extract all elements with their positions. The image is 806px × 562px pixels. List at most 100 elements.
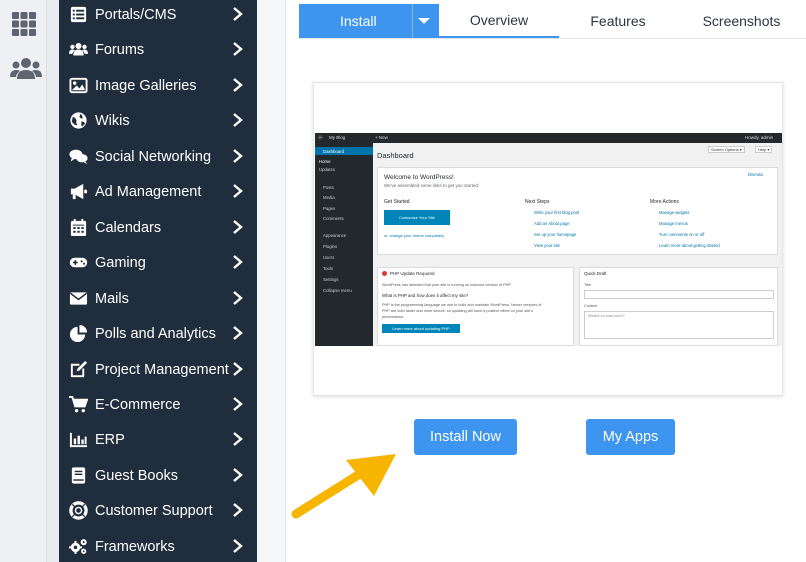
install-tab-label: Install — [340, 13, 377, 29]
sidebar-item-forums[interactable]: Forums — [59, 32, 257, 67]
chevron-right-icon — [233, 113, 243, 127]
sidebar-item-polls-and-analytics[interactable]: Polls and Analytics — [59, 316, 257, 351]
wp-customize-button: Customize Your Site — [384, 210, 450, 225]
wp-qd-placeholder: What's on your mind? — [588, 314, 625, 318]
tab-overview[interactable]: Overview — [439, 4, 559, 38]
wp-menu-item: Home — [319, 159, 331, 164]
wp-menu-item: Posts — [323, 185, 334, 190]
users-group-icon[interactable] — [10, 55, 42, 83]
sidebar-item-guest-books[interactable]: Guest Books — [59, 458, 257, 493]
book-icon — [67, 465, 89, 487]
wp-menu-item: Tools — [323, 266, 334, 271]
gamepad-icon — [67, 252, 89, 274]
sidebar-item-label: Project Management — [95, 361, 229, 378]
edit-icon — [67, 359, 89, 381]
chevron-right-icon — [233, 255, 243, 269]
wp-more-item: Manage widgets — [659, 210, 690, 215]
sidebar-item-label: Mails — [95, 290, 129, 307]
image-icon — [67, 75, 89, 97]
wp-bar-new: + New — [375, 135, 388, 140]
wp-more-item: Turn comments on or off — [659, 232, 705, 237]
wp-php-line: performance. — [382, 315, 405, 319]
chat-icon — [67, 146, 89, 168]
wp-next-item: Write your first blog post — [534, 210, 580, 215]
chevron-right-icon — [233, 184, 243, 198]
wp-php-button: Learn more about updating PHP — [382, 324, 460, 333]
wp-welcome-panel: Welcome to WordPress! We've assembled so… — [377, 167, 778, 255]
chevron-right-icon — [233, 291, 243, 305]
sidebar-item-project-management[interactable]: Project Management — [59, 352, 257, 387]
wp-bar-myblog: My Blog — [329, 135, 346, 140]
screenshot-preview[interactable]: ⓦ My Blog + New Howdy, admin Dashboard H… — [313, 82, 783, 396]
chevron-right-icon — [233, 220, 243, 234]
wp-qd-title-label: Title — [584, 283, 592, 287]
wordpress-dashboard-preview: ⓦ My Blog + New Howdy, admin Dashboard H… — [315, 133, 782, 346]
sidebar-item-calendars[interactable]: Calendars — [59, 210, 257, 245]
globe-icon — [67, 110, 89, 132]
wp-menu-item: Media — [323, 195, 335, 200]
wp-php-line: PHP is the programming language we use t… — [382, 303, 542, 307]
chevron-right-icon — [233, 468, 243, 482]
envelope-icon — [67, 288, 89, 310]
cogs-icon — [67, 536, 89, 558]
sidebar-item-ad-management[interactable]: Ad Management — [59, 174, 257, 209]
wp-more-item: Manage menus — [659, 221, 688, 226]
sidebar-item-label: Social Networking — [95, 148, 212, 165]
megaphone-icon — [67, 181, 89, 203]
wp-help: Help ▾ — [755, 146, 773, 153]
sidebar-item-gaming[interactable]: Gaming — [59, 245, 257, 280]
wp-get-started: Get Started — [384, 199, 410, 205]
chevron-right-icon — [233, 149, 243, 163]
chevron-right-icon — [233, 432, 243, 446]
sidebar-item-label: ERP — [95, 431, 125, 448]
wp-menu-item: Users — [323, 255, 335, 260]
users-icon — [67, 39, 89, 61]
wp-menu-item: Settings — [323, 277, 339, 282]
wp-next-item: View your site — [534, 243, 560, 248]
sidebar-item-label: Polls and Analytics — [95, 325, 216, 342]
wp-menu-item: Collapse menu — [323, 288, 352, 293]
apps-grid-icon[interactable] — [10, 10, 38, 38]
chevron-right-icon — [233, 539, 243, 553]
chevron-right-icon — [233, 7, 243, 21]
wp-qd-content-input: What's on your mind? — [584, 311, 774, 339]
tab-divider — [412, 4, 413, 38]
warning-icon — [382, 271, 387, 276]
wp-php-question: What is PHP and how does it affect my si… — [382, 293, 469, 298]
wp-qd-content-label: Content — [584, 304, 598, 308]
chevron-right-icon — [233, 326, 243, 340]
caret-down-icon[interactable] — [418, 18, 430, 24]
category-sidebar: Portals/CMS Forums Image Galleries Wikis… — [59, 0, 257, 562]
chevron-right-icon — [233, 397, 243, 411]
sidebar-item-erp[interactable]: ERP — [59, 422, 257, 457]
sidebar-item-wikis[interactable]: Wikis — [59, 103, 257, 138]
calendar-icon — [67, 217, 89, 239]
my-apps-button[interactable]: My Apps — [586, 419, 675, 455]
wp-bar-howdy: Howdy, admin — [745, 135, 774, 140]
wp-more-actions: More Actions — [650, 199, 679, 205]
pie-chart-icon — [67, 323, 89, 345]
wp-next-item: Add an About page — [534, 221, 570, 226]
sidebar-item-image-galleries[interactable]: Image Galleries — [59, 68, 257, 103]
sidebar-item-customer-support[interactable]: Customer Support — [59, 493, 257, 528]
sidebar-item-label: Frameworks — [95, 538, 175, 555]
sidebar-item-portals-cms[interactable]: Portals/CMS — [59, 0, 257, 32]
sidebar-item-label: E-Commerce — [95, 396, 181, 413]
sidebar-item-label: Guest Books — [95, 467, 179, 484]
rail-gap — [47, 0, 59, 562]
cart-icon — [67, 394, 89, 416]
wp-qd-title-input — [584, 290, 774, 299]
pointer-arrow-icon — [291, 454, 396, 519]
wp-menu-item: Comments — [323, 216, 344, 221]
wp-welcome-sub: We've assembled some links to get you st… — [384, 183, 480, 188]
wp-sidebar: Dashboard Home Updates Posts Media Pages… — [315, 143, 373, 346]
sidebar-item-frameworks[interactable]: Frameworks — [59, 529, 257, 562]
sidebar-item-mails[interactable]: Mails — [59, 281, 257, 316]
wp-logo-icon: ⓦ — [318, 135, 323, 140]
install-now-button[interactable]: Install Now — [414, 419, 517, 455]
install-tab[interactable]: Install — [299, 4, 439, 38]
sidebar-item-e-commerce[interactable]: E-Commerce — [59, 387, 257, 422]
tab-screenshots[interactable]: Screenshots — [677, 4, 806, 38]
tab-features[interactable]: Features — [559, 4, 677, 38]
sidebar-item-social-networking[interactable]: Social Networking — [59, 139, 257, 174]
